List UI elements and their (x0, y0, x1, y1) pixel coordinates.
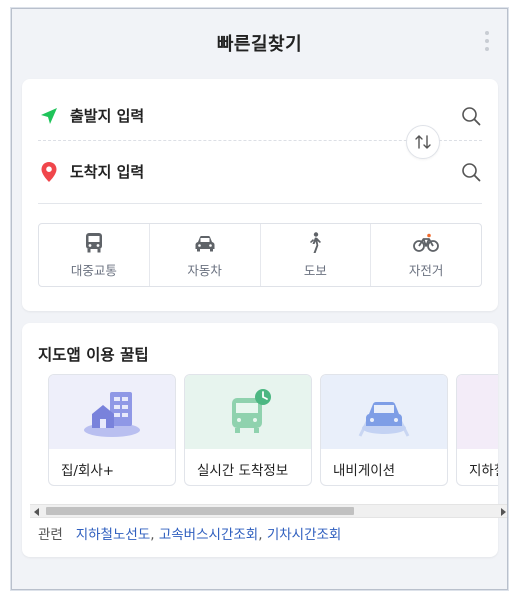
tip-home-office[interactable]: 집/회사+ (48, 374, 176, 486)
tip-label: 집/회사+ (61, 463, 115, 479)
scroll-right-icon[interactable] (501, 508, 506, 516)
bus-clock-icon (185, 375, 311, 449)
mode-label: 대중교통 (70, 262, 117, 278)
mode-label: 자전거 (408, 262, 444, 278)
car-icon (192, 232, 218, 254)
link-subway-map[interactable]: 지하철노선도 (76, 527, 151, 543)
search-icon[interactable] (460, 105, 482, 127)
tips-card: 지도앱 이용 꿀팁 집/회사+ 실시간 도착정보 내비게이션 지하 관련 지하철… (22, 323, 507, 557)
tip-realtime-arrival[interactable]: 실시간 도착정보 (184, 374, 312, 486)
tip-label: 지하철 (469, 463, 498, 479)
page-title: 빠른길찾기 (216, 34, 303, 55)
tip-subway[interactable]: 지하철 (456, 374, 498, 486)
end-field-row[interactable] (38, 147, 482, 197)
scrollbar-thumb[interactable] (46, 507, 354, 515)
tips-title: 지도앱 이용 꿀팁 (38, 346, 149, 364)
tips-carousel[interactable]: 집/회사+ 실시간 도착정보 내비게이션 지하철 (36, 374, 498, 496)
header: 빠른길찾기 (12, 9, 507, 77)
tip-label: 실시간 도착정보 (197, 463, 289, 479)
mode-transit[interactable]: 대중교통 (39, 224, 150, 286)
mode-label: 도보 (303, 262, 327, 278)
subway-icon (457, 375, 498, 449)
divider (38, 203, 482, 204)
start-input[interactable] (70, 100, 460, 131)
transport-mode-tabs: 대중교통 자동차 도보 자전거 (38, 223, 482, 287)
more-vertical-icon[interactable] (484, 31, 490, 51)
related-links: 관련 지하철노선도, 고속버스시간조회, 기차시간조회 (38, 527, 342, 543)
mode-walk[interactable]: 도보 (261, 224, 372, 286)
walk-icon (302, 231, 328, 254)
tip-navigation[interactable]: 내비게이션 (320, 374, 448, 486)
mode-car[interactable]: 자동차 (150, 224, 261, 286)
route-panel: 빠른길찾기 출발지 입력 도착지 입력 대중교통 자동차 도보 자전거 지도앱 … (11, 8, 508, 590)
scroll-left-icon[interactable] (34, 508, 39, 516)
horizontal-scrollbar[interactable] (30, 504, 507, 518)
navigation-arrow-icon (38, 105, 60, 127)
link-train-schedule[interactable]: 기차시간조회 (267, 527, 342, 543)
tip-label: 내비게이션 (333, 463, 396, 479)
link-express-bus[interactable]: 고속버스시간조회 (159, 527, 258, 543)
car-navigation-icon (321, 375, 447, 449)
related-prefix: 관련 (38, 527, 63, 543)
end-input[interactable] (70, 157, 460, 187)
route-search-card: 대중교통 자동차 도보 자전거 (22, 79, 498, 311)
bus-icon (81, 232, 107, 254)
map-pin-icon (38, 161, 60, 183)
home-office-icon (49, 375, 175, 449)
search-icon[interactable] (460, 161, 482, 183)
bicycle-icon (413, 232, 440, 254)
mode-bicycle[interactable]: 자전거 (371, 224, 481, 286)
mode-label: 자동차 (187, 262, 222, 278)
